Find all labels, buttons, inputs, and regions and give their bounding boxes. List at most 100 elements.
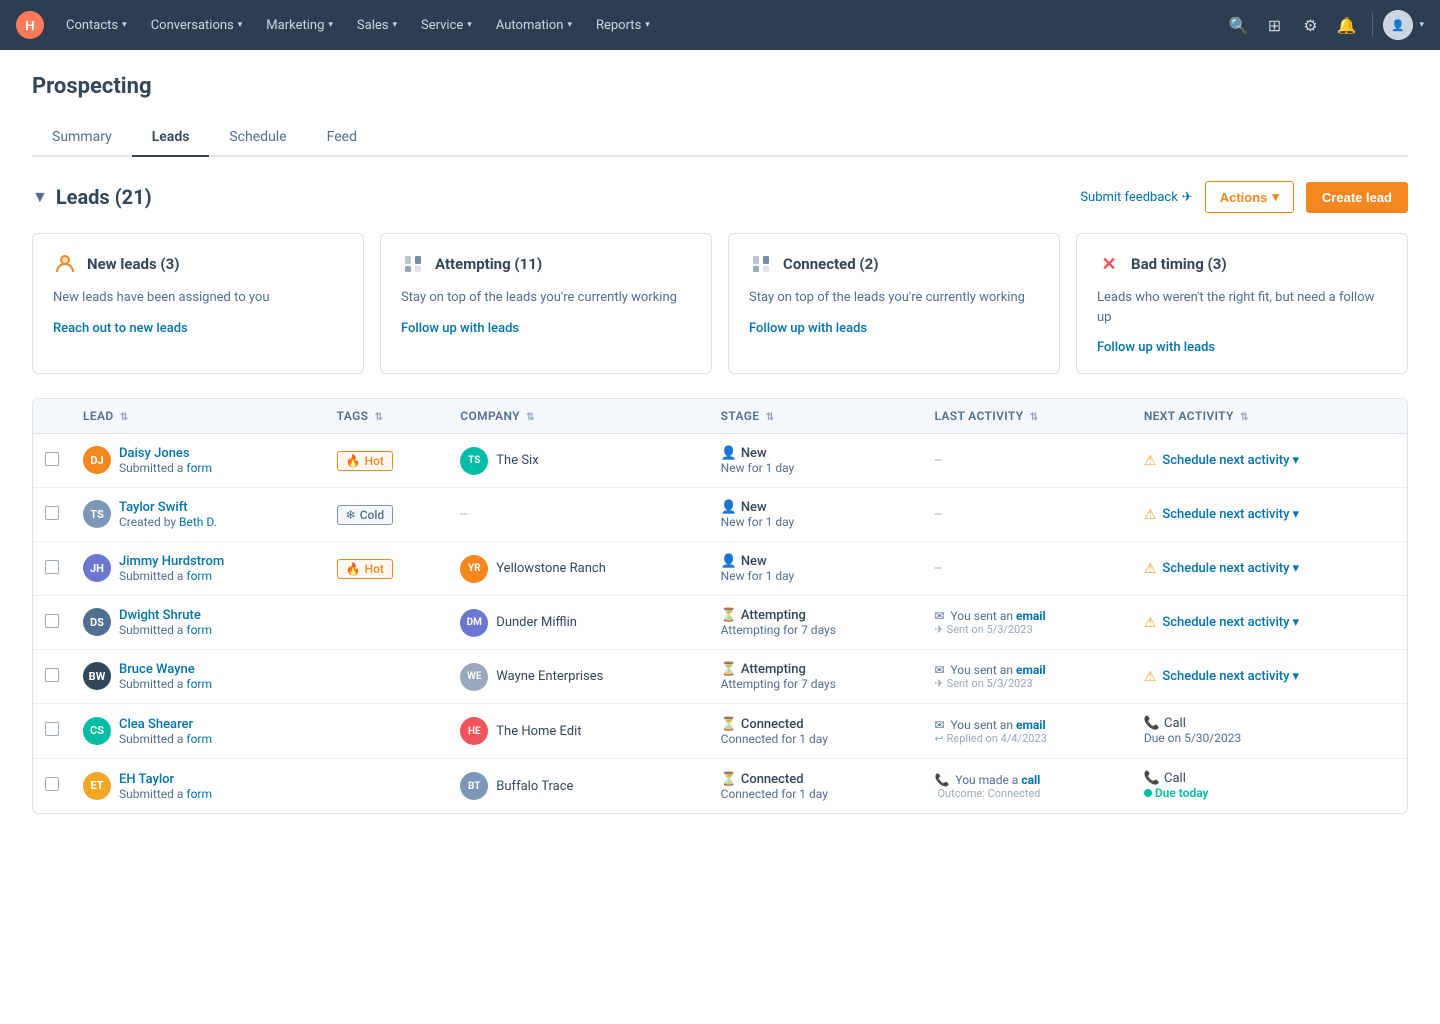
connected-icon xyxy=(749,252,773,276)
warning-icon: ⚠ xyxy=(1144,669,1157,685)
lead-form-link[interactable]: form xyxy=(186,623,212,637)
stage-sub: Connected for 1 day xyxy=(721,732,911,746)
lead-form-link[interactable]: form xyxy=(186,732,212,746)
last-activity-cell: 📞 You made a call Outcome: Connected xyxy=(922,759,1131,814)
row-checkbox[interactable] xyxy=(45,560,59,574)
notifications-icon[interactable]: 🔔 xyxy=(1330,9,1362,41)
search-button[interactable]: 🔍 xyxy=(1222,9,1254,41)
lead-header[interactable]: Lead ⇅ xyxy=(71,399,325,434)
lead-cell: JH Jimmy Hurdstrom Submitted a form xyxy=(83,554,313,583)
warning-icon: ⚠ xyxy=(1144,561,1157,577)
create-lead-button[interactable]: Create lead xyxy=(1306,182,1408,213)
schedule-chevron-icon: ▾ xyxy=(1292,507,1299,522)
lead-form-link[interactable]: form xyxy=(186,461,212,475)
company-cell: WE Wayne Enterprises xyxy=(448,650,708,704)
lead-name[interactable]: Clea Shearer xyxy=(119,717,212,732)
company-name: Wayne Enterprises xyxy=(496,669,603,684)
nav-conversations[interactable]: Conversations ▾ xyxy=(141,12,253,39)
attempting-link[interactable]: Follow up with leads xyxy=(401,321,519,336)
nav-marketing[interactable]: Marketing ▾ xyxy=(256,12,343,39)
tags-cell xyxy=(325,704,449,759)
user-avatar[interactable]: 👤 xyxy=(1383,10,1413,40)
submit-feedback-link[interactable]: Submit feedback ✈ xyxy=(1080,190,1192,205)
schedule-next-activity-link[interactable]: Schedule next activity ▾ xyxy=(1162,669,1299,684)
tab-leads[interactable]: Leads xyxy=(132,119,210,157)
tab-summary[interactable]: Summary xyxy=(32,119,132,157)
next-activity-header[interactable]: Next Activity ⇅ xyxy=(1132,399,1407,434)
stage-sort-icon: ⇅ xyxy=(766,412,775,423)
tabs-bar: Summary Leads Schedule Feed xyxy=(32,119,1408,157)
next-activity-cell: ⚠ Schedule next activity ▾ xyxy=(1132,434,1407,488)
card-connected: Connected (2) Stay on top of the leads y… xyxy=(728,233,1060,374)
lead-form-link[interactable]: form xyxy=(186,787,212,801)
lead-name[interactable]: Taylor Swift xyxy=(119,500,217,515)
stage-header[interactable]: Stage ⇅ xyxy=(709,399,923,434)
activity-date: ✈ Sent on 5/3/2023 xyxy=(934,677,1119,690)
stage-cell: 👤 New New for 1 day xyxy=(709,488,923,542)
activity-call-link[interactable]: call xyxy=(1021,773,1040,787)
page-title: Prospecting xyxy=(32,74,1408,99)
leads-collapse-chevron-icon[interactable]: ▼ xyxy=(32,187,48,207)
lead-cell: BW Bruce Wayne Submitted a form xyxy=(83,662,313,691)
schedule-next-activity-link[interactable]: Schedule next activity ▾ xyxy=(1162,561,1299,576)
leads-cards-row: New leads (3) New leads have been assign… xyxy=(32,233,1408,374)
warning-icon: ⚠ xyxy=(1144,453,1157,469)
lead-name[interactable]: Jimmy Hurdstrom xyxy=(119,554,224,569)
activity-text: You sent an email xyxy=(950,718,1045,732)
tab-feed[interactable]: Feed xyxy=(307,119,377,157)
settings-icon[interactable]: ⚙ xyxy=(1294,9,1326,41)
activity-email-link[interactable]: email xyxy=(1016,718,1046,732)
actions-button[interactable]: Actions ▾ xyxy=(1205,181,1294,213)
row-checkbox[interactable] xyxy=(45,506,59,520)
nav-reports[interactable]: Reports ▾ xyxy=(586,12,660,39)
company-name: The Six xyxy=(496,453,538,468)
new-leads-link[interactable]: Reach out to new leads xyxy=(53,321,188,336)
contacts-chevron-icon: ▾ xyxy=(122,20,127,30)
next-activity-cell: 📞 Call Due on 5/30/2023 xyxy=(1132,704,1407,759)
activity-date: ↩ Replied on 4/4/2023 xyxy=(934,732,1119,745)
company-avatar: WE xyxy=(460,663,488,691)
lead-name[interactable]: Bruce Wayne xyxy=(119,662,212,677)
hubspot-logo[interactable]: H xyxy=(16,11,44,39)
lead-form-link[interactable]: form xyxy=(186,677,212,691)
nav-sales[interactable]: Sales ▾ xyxy=(347,12,407,39)
user-menu-chevron-icon[interactable]: ▾ xyxy=(1419,20,1424,30)
schedule-next-activity-link[interactable]: Schedule next activity ▾ xyxy=(1162,615,1299,630)
row-checkbox[interactable] xyxy=(45,722,59,736)
lead-name[interactable]: EH Taylor xyxy=(119,772,212,787)
last-activity-header[interactable]: Last Activity ⇅ xyxy=(922,399,1131,434)
company-name: Buffalo Trace xyxy=(496,779,573,794)
card-new-leads: New leads (3) New leads have been assign… xyxy=(32,233,364,374)
stage-cell: ⏳ Connected Connected for 1 day xyxy=(709,704,923,759)
lead-form-link[interactable]: form xyxy=(186,569,212,583)
nav-service[interactable]: Service ▾ xyxy=(411,12,482,39)
nav-contacts[interactable]: Contacts ▾ xyxy=(56,12,137,39)
lead-creator-link[interactable]: Beth D. xyxy=(179,515,217,529)
connected-link[interactable]: Follow up with leads xyxy=(749,321,867,336)
table-row: CS Clea Shearer Submitted a form HE The … xyxy=(33,704,1407,759)
lead-sub: Submitted a form xyxy=(119,623,212,637)
activity-email-link[interactable]: email xyxy=(1016,663,1046,677)
lead-name[interactable]: Dwight Shrute xyxy=(119,608,212,623)
company-header[interactable]: Company ⇅ xyxy=(448,399,708,434)
row-checkbox[interactable] xyxy=(45,614,59,628)
stage-sub: Connected for 1 day xyxy=(721,787,911,801)
bad-timing-link[interactable]: Follow up with leads xyxy=(1097,340,1215,355)
tags-header[interactable]: Tags ⇅ xyxy=(325,399,449,434)
row-checkbox[interactable] xyxy=(45,777,59,791)
stage-sub: Attempting for 7 days xyxy=(721,677,911,691)
attempting-title: Attempting (11) xyxy=(435,255,542,273)
lead-name[interactable]: Daisy Jones xyxy=(119,446,212,461)
leads-title-section: ▼ Leads (21) xyxy=(32,185,152,209)
schedule-next-activity-link[interactable]: Schedule next activity ▾ xyxy=(1162,507,1299,522)
schedule-next-activity-link[interactable]: Schedule next activity ▾ xyxy=(1162,453,1299,468)
company-avatar: TS xyxy=(460,447,488,475)
service-chevron-icon: ▾ xyxy=(467,20,472,30)
nav-automation[interactable]: Automation ▾ xyxy=(486,12,582,39)
activity-icon: ✉ xyxy=(934,609,944,623)
marketplace-icon[interactable]: ⊞ xyxy=(1258,9,1290,41)
row-checkbox[interactable] xyxy=(45,452,59,466)
tab-schedule[interactable]: Schedule xyxy=(209,119,306,157)
activity-email-link[interactable]: email xyxy=(1016,609,1046,623)
row-checkbox[interactable] xyxy=(45,668,59,682)
